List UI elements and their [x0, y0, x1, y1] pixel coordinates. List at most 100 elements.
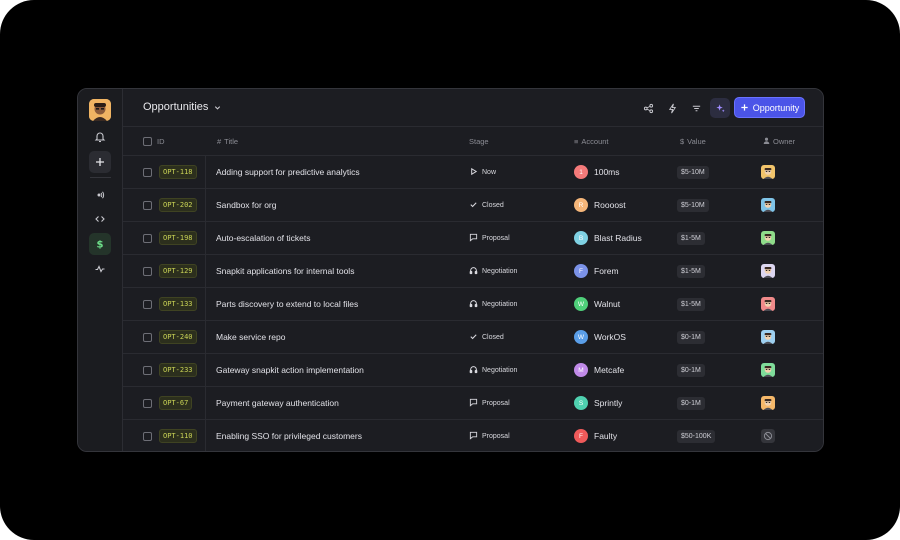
value-badge: $1-5M [677, 288, 705, 320]
person-icon [763, 137, 770, 146]
column-header-owner[interactable]: Owner [763, 137, 795, 146]
select-all-checkbox[interactable] [143, 137, 152, 146]
opportunity-title[interactable]: Adding support for predictive analytics [216, 156, 360, 188]
account-cell[interactable]: M Metcafe [574, 354, 624, 386]
account-cell[interactable]: W WorkOS [574, 321, 626, 353]
opportunity-id-badge: OPT-133 [159, 288, 197, 320]
account-cell[interactable]: S Sprintly [574, 387, 622, 419]
opportunity-title[interactable]: Auto-escalation of tickets [216, 222, 311, 254]
play-icon [469, 167, 478, 178]
dollar-icon[interactable]: $ [89, 233, 111, 255]
account-cell[interactable]: F Forem [574, 255, 619, 287]
account-cell[interactable]: F Faulty [574, 420, 617, 451]
lightning-icon[interactable] [662, 98, 682, 118]
opportunity-id-badge: OPT-110 [159, 420, 197, 451]
new-opportunity-button[interactable]: Opportunity [734, 97, 805, 118]
value-badge: $0-1M [677, 321, 705, 353]
opportunity-title[interactable]: Snapkit applications for internal tools [216, 255, 354, 287]
filter-icon[interactable] [686, 98, 706, 118]
column-header-value[interactable]: $ Value [680, 137, 706, 146]
account-avatar: F [574, 264, 588, 278]
owner-avatar[interactable] [761, 321, 775, 353]
opportunity-id-badge: OPT-67 [159, 387, 193, 419]
app-window: $ Opportunities Opportunity ID # Title S… [77, 88, 824, 452]
view-selector[interactable]: Opportunities [143, 101, 222, 113]
activity-icon[interactable] [89, 258, 111, 280]
account-cell[interactable]: B Blast Radius [574, 222, 642, 254]
row-checkbox[interactable] [143, 288, 152, 320]
code-icon[interactable] [89, 208, 111, 230]
owner-avatar[interactable] [761, 189, 775, 221]
row-checkbox[interactable] [143, 321, 152, 353]
table-row[interactable]: OPT-240 Make service repo Closed W WorkOS… [123, 321, 823, 354]
opportunity-title[interactable]: Make service repo [216, 321, 285, 353]
notifications-bell-icon[interactable] [89, 126, 111, 148]
new-opportunity-label: Opportunity [752, 102, 800, 113]
value-badge: $1-5M [677, 222, 705, 254]
stage-cell[interactable]: Negotiation [469, 354, 517, 386]
column-header-id[interactable]: ID [157, 137, 165, 146]
table-row[interactable]: OPT-118 Adding support for predictive an… [123, 156, 823, 189]
row-checkbox[interactable] [143, 420, 152, 451]
stage-cell[interactable]: Closed [469, 321, 504, 353]
table-row[interactable]: OPT-233 Gateway snapkit action implement… [123, 354, 823, 387]
table-row[interactable]: OPT-129 Snapkit applications for interna… [123, 255, 823, 288]
account-avatar: B [574, 231, 588, 245]
column-header-stage[interactable]: Stage [469, 137, 489, 146]
sparkle-ai-icon[interactable] [710, 98, 730, 118]
add-icon[interactable] [89, 151, 111, 173]
opportunity-title[interactable]: Parts discovery to extend to local files [216, 288, 358, 320]
sidebar: $ [78, 89, 123, 451]
account-avatar: M [574, 363, 588, 377]
table-row[interactable]: OPT-198 Auto-escalation of tickets Propo… [123, 222, 823, 255]
check-icon [469, 200, 478, 211]
table-row[interactable]: OPT-110 Enabling SSO for privileged cust… [123, 420, 823, 451]
account-cell[interactable]: R Roooost [574, 189, 626, 221]
message-icon [469, 233, 478, 244]
column-divider [205, 156, 206, 189]
stage-cell[interactable]: Proposal [469, 387, 510, 419]
chevron-down-icon [215, 105, 221, 110]
stage-cell[interactable]: Proposal [469, 420, 510, 451]
stage-cell[interactable]: Negotiation [469, 288, 517, 320]
row-checkbox[interactable] [143, 387, 152, 419]
owner-avatar[interactable] [761, 156, 775, 188]
value-badge: $50-100K [677, 420, 716, 451]
stage-cell[interactable]: Proposal [469, 222, 510, 254]
column-header-title[interactable]: # Title [217, 137, 238, 146]
row-checkbox[interactable] [143, 255, 152, 287]
opportunity-id-badge: OPT-233 [159, 354, 197, 386]
opportunity-title[interactable]: Gateway snapkit action implementation [216, 354, 364, 386]
account-avatar: F [574, 429, 588, 443]
owner-avatar[interactable] [761, 420, 775, 451]
user-avatar[interactable] [89, 99, 111, 121]
owner-avatar[interactable] [761, 222, 775, 254]
share-icon[interactable] [638, 98, 658, 118]
table-row[interactable]: OPT-202 Sandbox for org Closed R Roooost … [123, 189, 823, 222]
row-checkbox[interactable] [143, 189, 152, 221]
broadcast-icon[interactable] [89, 184, 111, 206]
account-cell[interactable]: W Walnut [574, 288, 620, 320]
opportunity-title[interactable]: Payment gateway authentication [216, 387, 339, 419]
column-header-account[interactable]: ≡ Account [574, 137, 609, 146]
owner-avatar[interactable] [761, 288, 775, 320]
main-panel: Opportunities Opportunity ID # Title Sta… [123, 89, 823, 451]
opportunity-id-badge: OPT-129 [159, 255, 197, 287]
opportunity-title[interactable]: Sandbox for org [216, 189, 276, 221]
table-row[interactable]: OPT-67 Payment gateway authentication Pr… [123, 387, 823, 420]
opportunity-title[interactable]: Enabling SSO for privileged customers [216, 420, 362, 451]
topbar: Opportunities Opportunity [123, 89, 823, 127]
value-badge: $0-1M [677, 387, 705, 419]
row-checkbox[interactable] [143, 156, 152, 188]
owner-avatar[interactable] [761, 255, 775, 287]
column-divider [205, 321, 206, 354]
table-row[interactable]: OPT-133 Parts discovery to extend to loc… [123, 288, 823, 321]
stage-cell[interactable]: Negotiation [469, 255, 517, 287]
row-checkbox[interactable] [143, 354, 152, 386]
stage-cell[interactable]: Now [469, 156, 496, 188]
owner-avatar[interactable] [761, 354, 775, 386]
stage-cell[interactable]: Closed [469, 189, 504, 221]
account-cell[interactable]: 1 100ms [574, 156, 620, 188]
row-checkbox[interactable] [143, 222, 152, 254]
owner-avatar[interactable] [761, 387, 775, 419]
